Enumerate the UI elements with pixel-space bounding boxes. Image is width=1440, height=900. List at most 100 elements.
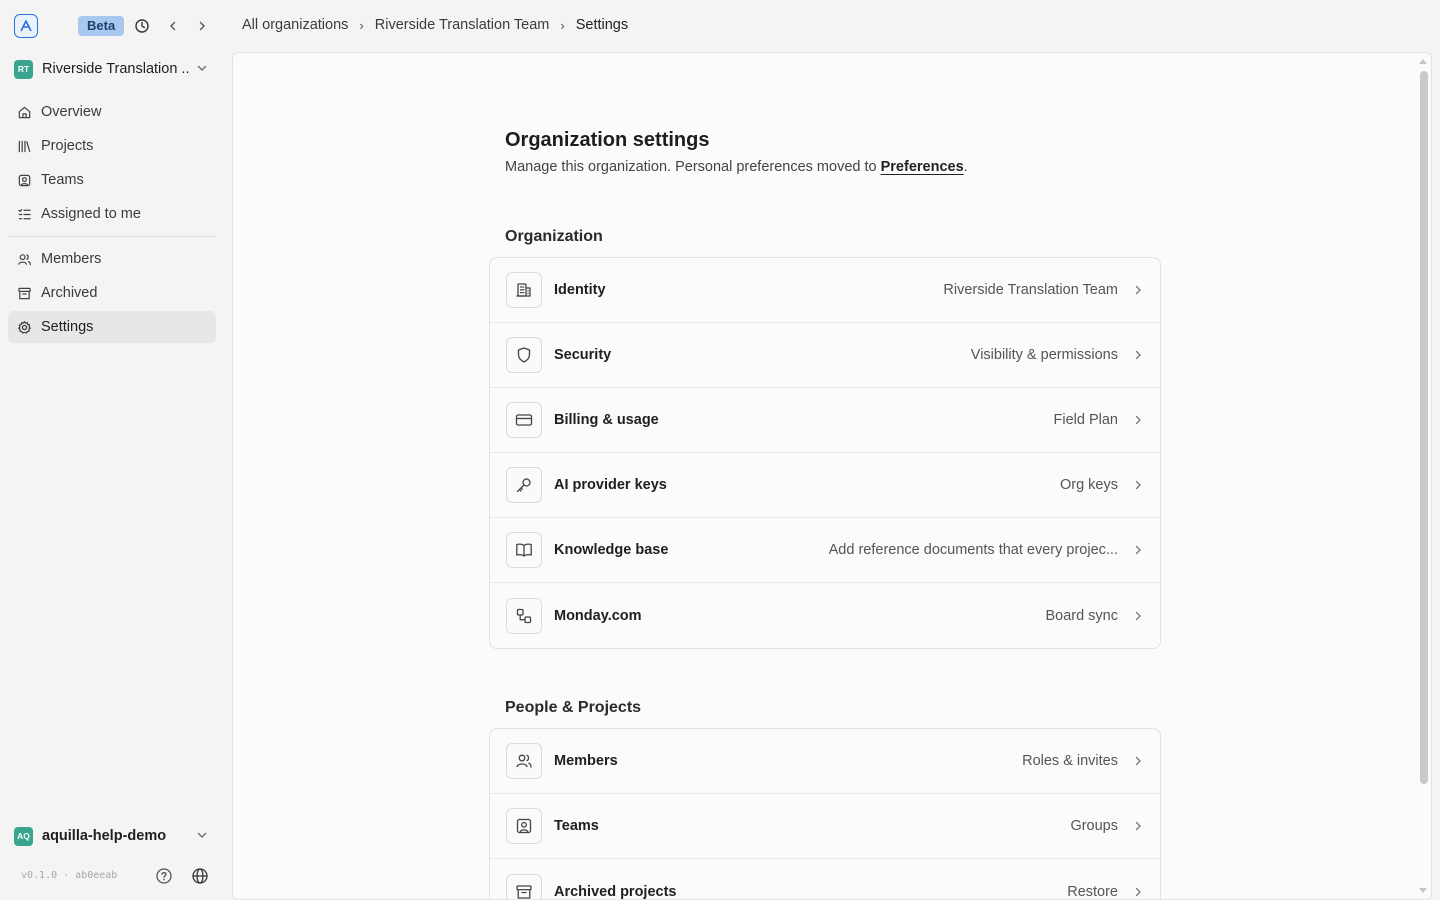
- sidebar-item-label: Members: [41, 251, 102, 267]
- row-value: Riverside Translation Team: [943, 282, 1118, 298]
- settings-row-knowledge-base[interactable]: Knowledge base Add reference documents t…: [490, 518, 1160, 583]
- key-icon: [506, 467, 542, 503]
- back-arrow-icon[interactable]: [164, 17, 182, 35]
- sidebar-item-archived[interactable]: Archived: [8, 277, 216, 309]
- chevron-right-icon: [1132, 285, 1144, 295]
- breadcrumb-organization[interactable]: Riverside Translation Team: [375, 17, 550, 33]
- top-bar: Beta All organizations › Riverside Trans…: [0, 0, 1440, 52]
- section-title-organization: Organization: [505, 228, 603, 245]
- breadcrumb: All organizations › Riverside Translatio…: [242, 17, 628, 33]
- subtitle-end: .: [963, 159, 968, 175]
- shield-icon: [506, 337, 542, 373]
- chevron-right-icon: [1132, 415, 1144, 425]
- chevron-right-icon: [1132, 350, 1144, 360]
- row-label: Billing & usage: [554, 412, 659, 428]
- sidebar-nav-primary: Overview Projects Teams Assigned to me: [8, 96, 216, 232]
- app-logo-icon[interactable]: [14, 14, 38, 38]
- organization-settings-card: Identity Riverside Translation Team Secu…: [489, 257, 1161, 649]
- library-icon: [16, 138, 32, 154]
- row-value: Org keys: [1059, 477, 1118, 493]
- sidebar-item-teams[interactable]: Teams: [8, 164, 216, 196]
- settings-row-ai-provider-keys[interactable]: AI provider keys Org keys: [490, 453, 1160, 518]
- chevron-right-icon: [1132, 611, 1144, 621]
- settings-row-security[interactable]: Security Visibility & permissions: [490, 323, 1160, 388]
- sidebar-item-label: Teams: [41, 172, 84, 188]
- workspace-avatar: AQ: [14, 826, 33, 846]
- settings-row-members[interactable]: Members Roles & invites: [490, 729, 1160, 794]
- organization-switcher[interactable]: RT Riverside Translation ...: [8, 55, 216, 83]
- chevron-right-icon: [1132, 545, 1144, 555]
- beta-badge: Beta: [78, 16, 125, 36]
- org-name: Riverside Translation ...: [42, 61, 190, 77]
- people-projects-settings-card: Members Roles & invites Teams Groups Arc…: [489, 728, 1161, 900]
- users-icon: [16, 251, 32, 267]
- gear-icon: [16, 319, 32, 335]
- workspace-name: aquilla-help-demo: [42, 828, 167, 844]
- row-label: Security: [554, 347, 612, 363]
- row-label: AI provider keys: [554, 477, 667, 493]
- row-label: Archived projects: [554, 883, 677, 900]
- sidebar-item-members[interactable]: Members: [8, 243, 216, 275]
- list-check-icon: [16, 206, 32, 222]
- chevron-right-icon: [1132, 480, 1144, 490]
- sidebar-nav-secondary: Members Archived Settings: [8, 243, 216, 345]
- sidebar-item-settings[interactable]: Settings: [8, 311, 216, 343]
- breadcrumb-separator: ›: [359, 17, 364, 33]
- sidebar-item-assigned-to-me[interactable]: Assigned to me: [8, 198, 216, 230]
- row-value: Visibility & permissions: [970, 347, 1118, 363]
- version-label: v0.1.0 · ab0eeab: [21, 870, 118, 881]
- breadcrumb-all-organizations[interactable]: All organizations: [242, 17, 348, 33]
- chevron-right-icon: [1132, 756, 1144, 766]
- credit-card-icon: [506, 402, 542, 438]
- row-label: Monday.com: [554, 607, 642, 624]
- section-title-people-projects: People & Projects: [505, 699, 642, 716]
- org-avatar: RT: [14, 59, 33, 79]
- contact-square-icon: [506, 808, 542, 844]
- scrollbar-thumb[interactable]: [1420, 71, 1428, 784]
- row-label: Teams: [554, 818, 599, 834]
- scrollbar[interactable]: [1417, 53, 1431, 899]
- settings-row-identity[interactable]: Identity Riverside Translation Team: [490, 258, 1160, 323]
- users-icon: [506, 743, 542, 779]
- book-open-icon: [506, 532, 542, 568]
- row-value: Add reference documents that every proje…: [828, 542, 1118, 558]
- chevron-down-icon: [196, 829, 208, 841]
- sidebar-item-label: Settings: [41, 319, 94, 335]
- row-value: Roles & invites: [1022, 753, 1118, 769]
- history-icon[interactable]: [133, 17, 151, 35]
- main-panel: Organization settings Manage this organi…: [232, 52, 1432, 900]
- row-value: Board sync: [1045, 607, 1118, 624]
- scroll-down-icon[interactable]: [1419, 888, 1427, 893]
- globe-icon[interactable]: [191, 867, 209, 885]
- row-value: Field Plan: [1053, 412, 1118, 428]
- forward-arrow-icon[interactable]: [193, 17, 211, 35]
- page-title: Organization settings: [505, 129, 710, 151]
- breadcrumb-separator: ›: [560, 17, 565, 33]
- subtitle-text: Manage this organization. Personal prefe…: [505, 159, 881, 175]
- contact-square-icon: [16, 172, 32, 188]
- chevron-right-icon: [1132, 887, 1144, 897]
- chevron-down-icon: [196, 62, 208, 74]
- settings-row-monday[interactable]: Monday.com Board sync: [490, 583, 1160, 648]
- sidebar-divider: [8, 236, 216, 237]
- sidebar-item-label: Archived: [41, 285, 98, 301]
- row-label: Knowledge base: [554, 542, 669, 558]
- scroll-up-icon[interactable]: [1419, 59, 1427, 64]
- preferences-link[interactable]: Preferences: [881, 159, 964, 175]
- sidebar-item-projects[interactable]: Projects: [8, 130, 216, 162]
- archive-icon: [506, 873, 542, 899]
- sidebar-item-overview[interactable]: Overview: [8, 96, 216, 128]
- settings-row-archived-projects[interactable]: Archived projects Restore: [490, 859, 1160, 900]
- settings-row-billing-usage[interactable]: Billing & usage Field Plan: [490, 388, 1160, 453]
- chevron-right-icon: [1132, 821, 1144, 831]
- sidebar-item-label: Projects: [41, 138, 94, 154]
- settings-row-teams[interactable]: Teams Groups: [490, 794, 1160, 859]
- sidebar-item-label: Assigned to me: [41, 206, 141, 222]
- building-icon: [506, 272, 542, 308]
- row-value: Groups: [1070, 818, 1118, 834]
- workflow-icon: [506, 597, 542, 634]
- row-label: Identity: [554, 282, 606, 298]
- sidebar-item-label: Overview: [41, 104, 102, 120]
- help-icon[interactable]: [155, 867, 173, 885]
- workspace-switcher[interactable]: AQ aquilla-help-demo: [8, 823, 216, 849]
